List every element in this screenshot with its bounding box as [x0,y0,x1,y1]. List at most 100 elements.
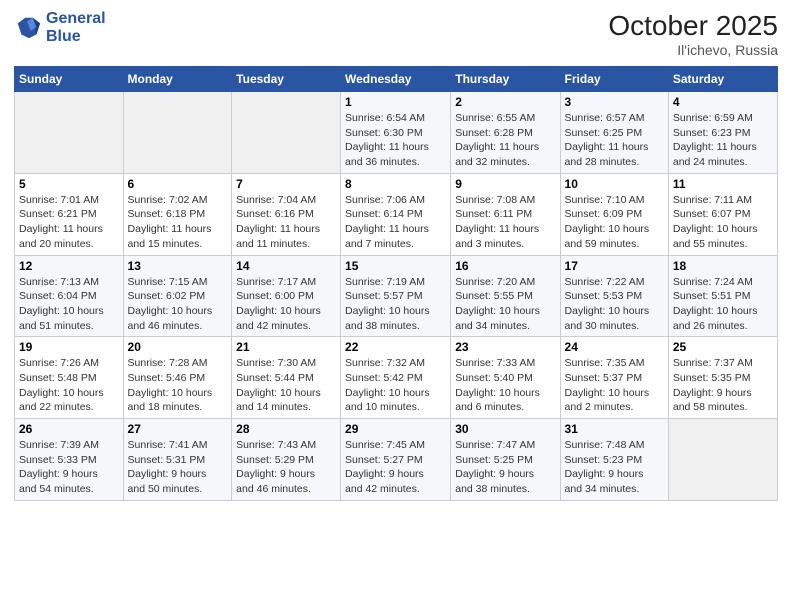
day-number: 14 [236,259,336,273]
table-row: 14 Sunrise: 7:17 AMSunset: 6:00 PMDayligh… [232,255,341,337]
day-number: 22 [345,340,446,354]
title-block: October 2025 Il'ichevo, Russia [608,10,778,58]
day-number: 7 [236,177,336,191]
month-title: October 2025 [608,10,778,42]
day-info: Sunrise: 7:45 AMSunset: 5:27 PMDaylight:… [345,438,446,497]
calendar-week-row: 19Sunrise: 7:26 AMSunset: 5:48 PMDayligh… [15,337,778,419]
day-number: 4 [673,95,773,109]
day-number: 18 [673,259,773,273]
table-row: 23 Sunrise: 7:33 AMSunset: 5:40 PMDayligh… [451,337,560,419]
table-row: 3 Sunrise: 6:57 AMSunset: 6:25 PMDaylight… [560,92,668,174]
day-info: Sunrise: 7:48 AMSunset: 5:23 PMDaylight:… [565,438,664,497]
table-row: 16 Sunrise: 7:20 AMSunset: 5:55 PMDayligh… [451,255,560,337]
day-info: Sunrise: 7:15 AMSunset: 6:02 PMDaylight:… [128,275,228,334]
day-info: Sunrise: 7:20 AMSunset: 5:55 PMDaylight:… [455,275,555,334]
day-info: Sunrise: 6:57 AMSunset: 6:25 PMDaylight:… [565,111,664,170]
table-row: 25 Sunrise: 7:37 AMSunset: 5:35 PMDayligh… [668,337,777,419]
day-info: Sunrise: 6:54 AMSunset: 6:30 PMDaylight:… [345,111,446,170]
col-saturday: Saturday [668,67,777,92]
day-info: Sunrise: 7:24 AMSunset: 5:51 PMDaylight:… [673,275,773,334]
day-number: 23 [455,340,555,354]
day-number: 3 [565,95,664,109]
table-row: 2Sunrise: 6:55 AMSunset: 6:28 PMDaylight… [451,92,560,174]
day-info: Sunrise: 7:01 AMSunset: 6:21 PMDaylight:… [19,193,119,252]
table-row: 12 Sunrise: 7:13 AMSunset: 6:04 PMDayligh… [15,255,124,337]
col-wednesday: Wednesday [341,67,451,92]
col-friday: Friday [560,67,668,92]
table-row: 13 Sunrise: 7:15 AMSunset: 6:02 PMDayligh… [123,255,232,337]
table-row: 26Sunrise: 7:39 AMSunset: 5:33 PMDayligh… [15,419,124,501]
day-info: Sunrise: 6:59 AMSunset: 6:23 PMDaylight:… [673,111,773,170]
day-number: 21 [236,340,336,354]
day-info: Sunrise: 7:41 AMSunset: 5:31 PMDaylight:… [128,438,228,497]
table-row: 15Sunrise: 7:19 AMSunset: 5:57 PMDayligh… [341,255,451,337]
day-info: Sunrise: 7:08 AMSunset: 6:11 PMDaylight:… [455,193,555,252]
table-row: 4 Sunrise: 6:59 AMSunset: 6:23 PMDaylight… [668,92,777,174]
calendar-week-row: 5 Sunrise: 7:01 AMSunset: 6:21 PMDaylight… [15,173,778,255]
page: General Blue October 2025 Il'ichevo, Rus… [0,0,792,612]
table-row [15,92,124,174]
calendar-week-row: 26Sunrise: 7:39 AMSunset: 5:33 PMDayligh… [15,419,778,501]
table-row: 5 Sunrise: 7:01 AMSunset: 6:21 PMDaylight… [15,173,124,255]
calendar-header-row: Sunday Monday Tuesday Wednesday Thursday… [15,67,778,92]
table-row [123,92,232,174]
col-monday: Monday [123,67,232,92]
day-info: Sunrise: 7:30 AMSunset: 5:44 PMDaylight:… [236,356,336,415]
day-number: 24 [565,340,664,354]
day-number: 5 [19,177,119,191]
day-info: Sunrise: 7:13 AMSunset: 6:04 PMDaylight:… [19,275,119,334]
table-row: 1 Sunrise: 6:54 AMSunset: 6:30 PMDaylight… [341,92,451,174]
table-row: 20 Sunrise: 7:28 AMSunset: 5:46 PMDayligh… [123,337,232,419]
day-info: Sunrise: 7:06 AMSunset: 6:14 PMDaylight:… [345,193,446,252]
logo-icon [14,14,42,42]
day-number: 10 [565,177,664,191]
col-sunday: Sunday [15,67,124,92]
day-number: 13 [128,259,228,273]
calendar-week-row: 12 Sunrise: 7:13 AMSunset: 6:04 PMDayligh… [15,255,778,337]
day-info: Sunrise: 7:26 AMSunset: 5:48 PMDaylight:… [19,356,119,415]
logo: General Blue [14,10,106,45]
day-number: 27 [128,422,228,436]
location: Il'ichevo, Russia [608,42,778,58]
day-number: 31 [565,422,664,436]
day-number: 17 [565,259,664,273]
day-number: 28 [236,422,336,436]
day-info: Sunrise: 7:37 AMSunset: 5:35 PMDaylight:… [673,356,773,415]
table-row: 30Sunrise: 7:47 AMSunset: 5:25 PMDayligh… [451,419,560,501]
day-number: 15 [345,259,446,273]
day-info: Sunrise: 7:22 AMSunset: 5:53 PMDaylight:… [565,275,664,334]
table-row: 19Sunrise: 7:26 AMSunset: 5:48 PMDayligh… [15,337,124,419]
table-row: 6Sunrise: 7:02 AMSunset: 6:18 PMDaylight… [123,173,232,255]
day-info: Sunrise: 7:04 AMSunset: 6:16 PMDaylight:… [236,193,336,252]
table-row: 10 Sunrise: 7:10 AMSunset: 6:09 PMDayligh… [560,173,668,255]
day-number: 12 [19,259,119,273]
day-number: 6 [128,177,228,191]
table-row: 21 Sunrise: 7:30 AMSunset: 5:44 PMDayligh… [232,337,341,419]
day-number: 16 [455,259,555,273]
table-row: 27 Sunrise: 7:41 AMSunset: 5:31 PMDayligh… [123,419,232,501]
day-info: Sunrise: 7:32 AMSunset: 5:42 PMDaylight:… [345,356,446,415]
table-row: 22 Sunrise: 7:32 AMSunset: 5:42 PMDayligh… [341,337,451,419]
table-row: 8 Sunrise: 7:06 AMSunset: 6:14 PMDaylight… [341,173,451,255]
day-number: 1 [345,95,446,109]
day-info: Sunrise: 7:10 AMSunset: 6:09 PMDaylight:… [565,193,664,252]
day-number: 8 [345,177,446,191]
table-row: 11Sunrise: 7:11 AMSunset: 6:07 PMDayligh… [668,173,777,255]
calendar-week-row: 1 Sunrise: 6:54 AMSunset: 6:30 PMDaylight… [15,92,778,174]
table-row: 18 Sunrise: 7:24 AMSunset: 5:51 PMDayligh… [668,255,777,337]
day-number: 30 [455,422,555,436]
day-number: 29 [345,422,446,436]
table-row: 29 Sunrise: 7:45 AMSunset: 5:27 PMDayligh… [341,419,451,501]
table-row: 7 Sunrise: 7:04 AMSunset: 6:16 PMDaylight… [232,173,341,255]
table-row [668,419,777,501]
day-number: 20 [128,340,228,354]
day-info: Sunrise: 7:33 AMSunset: 5:40 PMDaylight:… [455,356,555,415]
day-info: Sunrise: 7:28 AMSunset: 5:46 PMDaylight:… [128,356,228,415]
header: General Blue October 2025 Il'ichevo, Rus… [14,10,778,58]
day-number: 25 [673,340,773,354]
day-info: Sunrise: 7:17 AMSunset: 6:00 PMDaylight:… [236,275,336,334]
logo-text: General Blue [46,10,106,45]
day-info: Sunrise: 6:55 AMSunset: 6:28 PMDaylight:… [455,111,555,170]
table-row: 9Sunrise: 7:08 AMSunset: 6:11 PMDaylight… [451,173,560,255]
calendar: Sunday Monday Tuesday Wednesday Thursday… [14,66,778,501]
